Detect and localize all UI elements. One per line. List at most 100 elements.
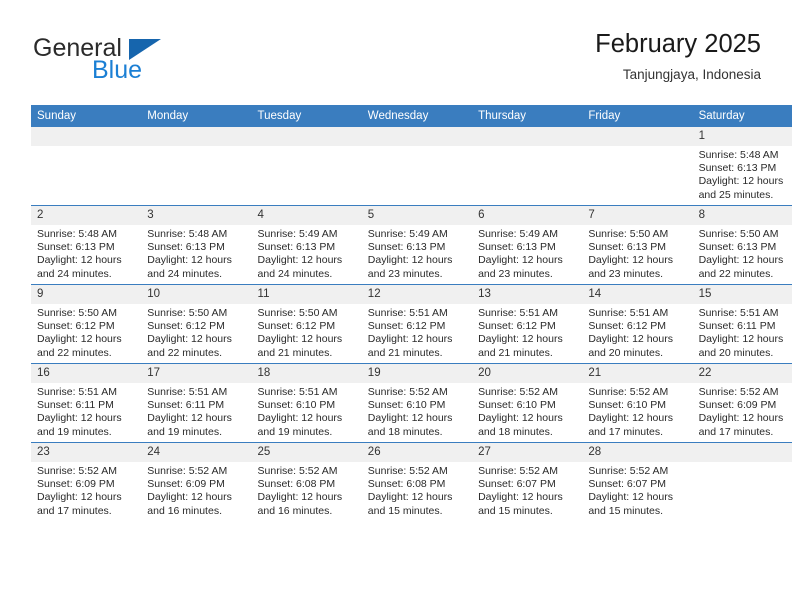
day-details: Sunrise: 5:52 AM Sunset: 6:08 PM Daylight:…	[252, 462, 362, 518]
daylight-text: and 23 minutes.	[367, 267, 443, 280]
day-cell[interactable]: 9 Sunrise: 5:50 AM Sunset: 6:12 PM Daylight…	[31, 284, 142, 364]
sunrise-text: Sunrise: 5:52 AM	[588, 465, 669, 477]
page-title: February 2025	[595, 30, 761, 58]
sunset-text: Sunset: 6:11 PM	[698, 320, 776, 333]
day-cell[interactable]: 19 Sunrise: 5:52 AM Sunset: 6:10 PM Dayligh…	[361, 363, 473, 443]
week-row: 23 Sunrise: 5:52 AM Sunset: 6:09 PM Dayligh…	[31, 442, 792, 521]
sunset-text: Sunset: 6:13 PM	[698, 162, 777, 175]
sunset-text: Sunset: 6:12 PM	[367, 320, 446, 333]
day-cell[interactable]: 5 Sunrise: 5:49 AM Sunset: 6:13 PM Daylight…	[361, 205, 473, 285]
daylight-text: Daylight: 12 hours	[367, 333, 453, 346]
day-cell[interactable]: 28 Sunrise: 5:52 AM Sunset: 6:07 PM Dayligh…	[582, 442, 693, 521]
daylight-text: and 16 minutes.	[257, 504, 333, 517]
day-cell[interactable]: 11 Sunrise: 5:50 AM Sunset: 6:12 PM Dayligh…	[251, 284, 362, 364]
day-cell[interactable]: 10 Sunrise: 5:50 AM Sunset: 6:12 PM Dayligh…	[141, 284, 252, 364]
daylight-text: Daylight: 12 hours	[478, 491, 563, 504]
sunrise-text: Sunrise: 5:52 AM	[478, 465, 559, 477]
sunset-text: Sunset: 6:13 PM	[147, 241, 225, 254]
daylight-text: and 16 minutes.	[147, 504, 222, 517]
day-number	[582, 127, 693, 146]
day-cell[interactable]: 13 Sunrise: 5:51 AM Sunset: 6:12 PM Dayligh…	[472, 284, 583, 364]
day-details: Sunrise: 5:52 AM Sunset: 6:10 PM Daylight:…	[472, 383, 582, 439]
day-cell[interactable]: 2 Sunrise: 5:48 AM Sunset: 6:13 PM Daylight…	[31, 205, 142, 285]
daylight-text: Daylight: 12 hours	[478, 412, 563, 425]
day-cell[interactable]: 14 Sunrise: 5:51 AM Sunset: 6:12 PM Dayligh…	[582, 284, 693, 364]
day-cell[interactable]: 23 Sunrise: 5:52 AM Sunset: 6:09 PM Dayligh…	[31, 442, 142, 521]
daylight-text: and 19 minutes.	[37, 425, 112, 438]
day-cell[interactable]: 12 Sunrise: 5:51 AM Sunset: 6:12 PM Dayligh…	[361, 284, 473, 364]
sunrise-text: Sunrise: 5:51 AM	[367, 307, 448, 319]
day-number: 19	[361, 364, 473, 383]
sunrise-text: Sunrise: 5:50 AM	[588, 228, 669, 240]
daylight-text: and 21 minutes.	[478, 346, 553, 359]
day-cell[interactable]: 22 Sunrise: 5:52 AM Sunset: 6:09 PM Dayligh…	[692, 363, 792, 443]
day-number: 18	[251, 364, 362, 383]
daylight-text: Daylight: 12 hours	[478, 333, 563, 346]
day-cell[interactable]: 21 Sunrise: 5:52 AM Sunset: 6:10 PM Dayligh…	[582, 363, 693, 443]
day-cell[interactable]: 1 Sunrise: 5:48 AM Sunset: 6:13 PM Daylight…	[692, 127, 792, 206]
day-cell[interactable]: 25 Sunrise: 5:52 AM Sunset: 6:08 PM Dayligh…	[251, 442, 362, 521]
day-number	[472, 127, 583, 146]
day-number: 9	[31, 285, 142, 304]
daylight-text: Daylight: 12 hours	[588, 491, 673, 504]
daylight-text: Daylight: 12 hours	[257, 254, 343, 267]
day-cell[interactable]: 6 Sunrise: 5:49 AM Sunset: 6:13 PM Daylight…	[472, 205, 583, 285]
week-row: 9 Sunrise: 5:50 AM Sunset: 6:12 PM Daylight…	[31, 284, 792, 364]
daylight-text: Daylight: 12 hours	[478, 254, 563, 267]
day-details: Sunrise: 5:50 AM Sunset: 6:13 PM Daylight:…	[582, 225, 692, 281]
day-number	[251, 127, 362, 146]
day-number: 16	[31, 364, 142, 383]
sunset-text: Sunset: 6:12 PM	[257, 320, 336, 333]
day-cell[interactable]: 24 Sunrise: 5:52 AM Sunset: 6:09 PM Dayligh…	[141, 442, 252, 521]
day-number: 17	[141, 364, 252, 383]
sunrise-text: Sunrise: 5:49 AM	[478, 228, 559, 240]
daylight-text: Daylight: 12 hours	[37, 491, 122, 504]
day-cell[interactable]: 20 Sunrise: 5:52 AM Sunset: 6:10 PM Dayligh…	[472, 363, 583, 443]
daylight-text: Daylight: 12 hours	[698, 412, 784, 425]
daylight-text: and 19 minutes.	[147, 425, 222, 438]
day-details: Sunrise: 5:51 AM Sunset: 6:11 PM Daylight:…	[31, 383, 141, 439]
day-cell[interactable]: 15 Sunrise: 5:51 AM Sunset: 6:11 PM Dayligh…	[692, 284, 792, 364]
daylight-text: and 19 minutes.	[257, 425, 333, 438]
day-cell-empty	[251, 127, 362, 206]
day-details: Sunrise: 5:48 AM Sunset: 6:13 PM Daylight:…	[693, 146, 792, 202]
daylight-text: Daylight: 12 hours	[588, 412, 673, 425]
day-cell[interactable]: 7 Sunrise: 5:50 AM Sunset: 6:13 PM Daylight…	[582, 205, 693, 285]
day-details: Sunrise: 5:51 AM Sunset: 6:10 PM Daylight:…	[252, 383, 362, 439]
daylight-text: Daylight: 12 hours	[367, 491, 453, 504]
day-cell[interactable]: 16 Sunrise: 5:51 AM Sunset: 6:11 PM Dayligh…	[31, 363, 142, 443]
brand-logo[interactable]: General Blue	[31, 34, 261, 94]
day-details: Sunrise: 5:52 AM Sunset: 6:10 PM Daylight:…	[362, 383, 472, 439]
daylight-text: and 24 minutes.	[37, 267, 112, 280]
day-details: Sunrise: 5:49 AM Sunset: 6:13 PM Daylight:…	[472, 225, 582, 281]
day-details: Sunrise: 5:52 AM Sunset: 6:08 PM Daylight:…	[362, 462, 472, 518]
daylight-text: Daylight: 12 hours	[147, 491, 232, 504]
day-number: 8	[692, 206, 792, 225]
day-cell[interactable]: 3 Sunrise: 5:48 AM Sunset: 6:13 PM Daylight…	[141, 205, 252, 285]
daylight-text: Daylight: 12 hours	[37, 333, 122, 346]
sunrise-text: Sunrise: 5:48 AM	[698, 149, 779, 161]
day-cell-empty	[31, 127, 142, 206]
daylight-text: Daylight: 12 hours	[588, 254, 673, 267]
day-number: 2	[31, 206, 142, 225]
sunset-text: Sunset: 6:11 PM	[147, 399, 225, 412]
sunrise-text: Sunrise: 5:51 AM	[698, 307, 779, 319]
sunrise-text: Sunrise: 5:52 AM	[367, 386, 448, 398]
day-cell[interactable]: 18 Sunrise: 5:51 AM Sunset: 6:10 PM Dayligh…	[251, 363, 362, 443]
sunset-text: Sunset: 6:13 PM	[478, 241, 556, 254]
day-details: Sunrise: 5:52 AM Sunset: 6:09 PM Daylight:…	[693, 383, 792, 439]
day-cell[interactable]: 26 Sunrise: 5:52 AM Sunset: 6:08 PM Dayligh…	[361, 442, 473, 521]
day-cell[interactable]: 17 Sunrise: 5:51 AM Sunset: 6:11 PM Dayligh…	[141, 363, 252, 443]
day-number: 5	[361, 206, 473, 225]
sunset-text: Sunset: 6:09 PM	[37, 478, 115, 491]
daylight-text: and 17 minutes.	[588, 425, 664, 438]
sunset-text: Sunset: 6:10 PM	[367, 399, 446, 412]
day-cell[interactable]: 8 Sunrise: 5:50 AM Sunset: 6:13 PM Daylight…	[692, 205, 792, 285]
daylight-text: Daylight: 12 hours	[257, 412, 343, 425]
calendar-table: Sunday Monday Tuesday Wednesday Thursday Frid…	[31, 105, 792, 521]
day-cell[interactable]: 4 Sunrise: 5:49 AM Sunset: 6:13 PM Daylight…	[251, 205, 362, 285]
day-cell[interactable]: 27 Sunrise: 5:52 AM Sunset: 6:07 PM Dayligh…	[472, 442, 583, 521]
location-label: Tanjungjaya, Indonesia	[622, 67, 761, 82]
sunrise-text: Sunrise: 5:49 AM	[257, 228, 338, 240]
day-number: 1	[692, 127, 792, 146]
